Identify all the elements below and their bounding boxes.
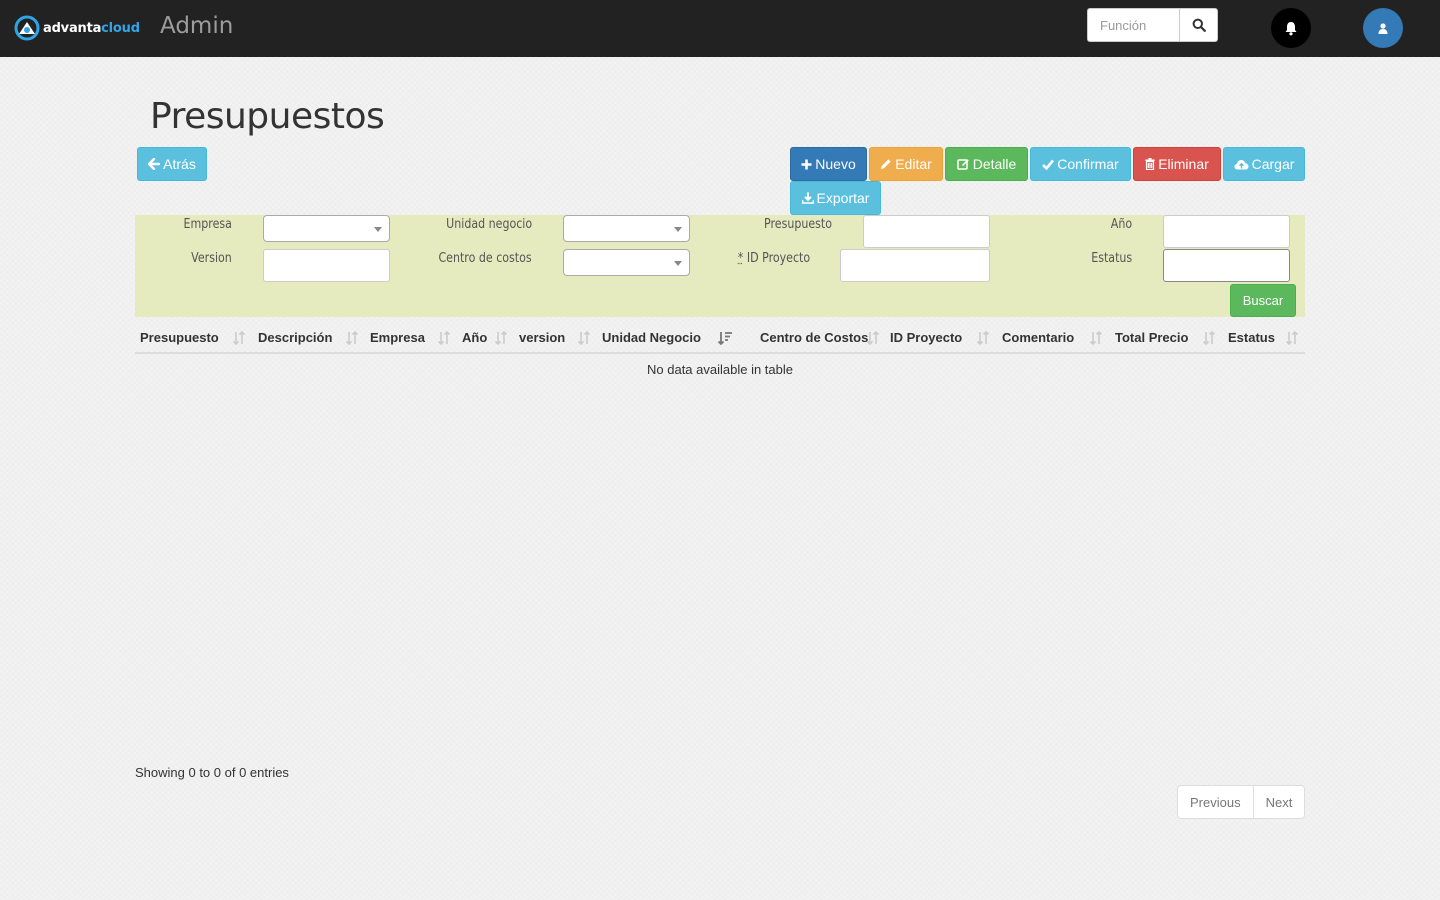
- estatus-input[interactable]: [1163, 249, 1290, 282]
- column-header-presupuesto[interactable]: Presupuesto: [140, 330, 219, 345]
- sort-icon[interactable]: [345, 331, 359, 345]
- search-button[interactable]: [1179, 8, 1218, 42]
- sort-icon[interactable]: [866, 331, 880, 345]
- back-button[interactable]: Atrás: [137, 147, 207, 181]
- previous-page-button[interactable]: Previous: [1178, 786, 1253, 818]
- unidad-negocio-select[interactable]: [563, 215, 690, 242]
- function-search-input[interactable]: [1087, 8, 1180, 42]
- upload-button-label: Cargar: [1251, 156, 1295, 172]
- column-header-total-precio[interactable]: Total Precio: [1115, 330, 1188, 345]
- detail-button-label: Detalle: [972, 156, 1017, 172]
- next-page-button[interactable]: Next: [1252, 786, 1305, 818]
- pagination: Previous Next: [1177, 785, 1306, 819]
- confirm-button-label: Confirmar: [1057, 156, 1119, 172]
- edit-square-icon: [956, 159, 969, 170]
- sort-icon[interactable]: [1202, 331, 1216, 345]
- column-header-comentario[interactable]: Comentario: [1002, 330, 1074, 345]
- plus-icon: [801, 159, 812, 169]
- sort-icon[interactable]: [437, 331, 451, 345]
- brand-logo[interactable]: advantacloud: [14, 15, 140, 41]
- export-button[interactable]: Exportar: [790, 181, 881, 215]
- search-icon: [1192, 18, 1206, 32]
- table-header: Presupuesto Descripción Empresa Año vers…: [135, 323, 1305, 354]
- sort-icon[interactable]: [1285, 331, 1299, 345]
- chevron-down-icon: [674, 261, 682, 266]
- empresa-label: Empresa: [183, 217, 232, 232]
- column-header-centro-costos[interactable]: Centro de Costos: [760, 330, 868, 345]
- column-header-descripcion[interactable]: Descripción: [258, 330, 332, 345]
- upload-button[interactable]: Cargar: [1223, 147, 1305, 181]
- bell-icon: [1285, 21, 1297, 35]
- sort-icon[interactable]: [232, 331, 246, 345]
- search-filter-button[interactable]: Buscar: [1230, 284, 1296, 317]
- version-label: Version: [191, 251, 232, 266]
- export-button-label: Exportar: [816, 190, 870, 206]
- sort-icon[interactable]: [976, 331, 990, 345]
- notifications-button[interactable]: [1271, 8, 1311, 48]
- edit-button[interactable]: Editar: [869, 147, 943, 181]
- table-empty-message: No data available in table: [647, 362, 793, 377]
- sort-desc-icon[interactable]: [717, 331, 733, 345]
- top-navbar: advantacloud Admin: [0, 0, 1440, 57]
- chevron-down-icon: [674, 227, 682, 232]
- unidad-negocio-label: Unidad negocio: [446, 217, 532, 232]
- chevron-down-icon: [374, 227, 382, 232]
- id-proyecto-input[interactable]: [840, 249, 990, 282]
- centro-costos-label: Centro de costos: [438, 251, 532, 266]
- new-button[interactable]: Nuevo: [790, 147, 867, 181]
- id-proyecto-label: * ID Proyecto: [738, 251, 810, 266]
- table-info: Showing 0 to 0 of 0 entries: [135, 765, 289, 780]
- trash-icon: [1145, 158, 1155, 170]
- cloud-logo-icon: [14, 15, 40, 41]
- anio-input[interactable]: [1163, 215, 1290, 248]
- presupuesto-label: Presupuesto: [764, 217, 832, 232]
- delete-button[interactable]: Eliminar: [1133, 147, 1221, 181]
- anio-label: Año: [1110, 217, 1132, 232]
- user-icon: [1378, 22, 1388, 34]
- sort-icon[interactable]: [577, 331, 591, 345]
- arrow-left-icon: [148, 158, 161, 170]
- new-button-label: Nuevo: [815, 156, 856, 172]
- version-input[interactable]: [263, 249, 390, 282]
- check-icon: [1042, 159, 1055, 170]
- logo-text-part2: cloud: [101, 20, 140, 36]
- centro-costos-select[interactable]: [563, 249, 690, 276]
- column-header-anio[interactable]: Año: [462, 330, 487, 345]
- page-title: Presupuestos: [150, 96, 385, 137]
- detail-button[interactable]: Detalle: [945, 147, 1028, 181]
- user-menu-button[interactable]: [1363, 8, 1403, 48]
- app-title: Admin: [160, 13, 234, 39]
- required-mark: *: [737, 251, 744, 266]
- cloud-upload-icon: [1234, 159, 1249, 169]
- column-header-estatus[interactable]: Estatus: [1228, 330, 1275, 345]
- column-header-id-proyecto[interactable]: ID Proyecto: [890, 330, 962, 345]
- column-header-empresa[interactable]: Empresa: [370, 330, 425, 345]
- sort-icon[interactable]: [1089, 331, 1103, 345]
- pencil-icon: [881, 159, 891, 169]
- presupuesto-input[interactable]: [863, 215, 990, 248]
- estatus-label: Estatus: [1091, 251, 1132, 266]
- edit-button-label: Editar: [895, 156, 932, 172]
- confirm-button[interactable]: Confirmar: [1030, 147, 1131, 181]
- empresa-select[interactable]: [263, 215, 390, 242]
- sort-icon[interactable]: [494, 331, 508, 345]
- download-icon: [801, 192, 814, 204]
- delete-button-label: Eliminar: [1158, 156, 1209, 172]
- logo-text-part1: advanta: [43, 20, 102, 36]
- id-proyecto-label-text: ID Proyecto: [746, 251, 810, 266]
- back-button-label: Atrás: [163, 156, 196, 172]
- column-header-version[interactable]: version: [519, 330, 565, 345]
- column-header-unidad-negocio[interactable]: Unidad Negocio: [602, 330, 701, 345]
